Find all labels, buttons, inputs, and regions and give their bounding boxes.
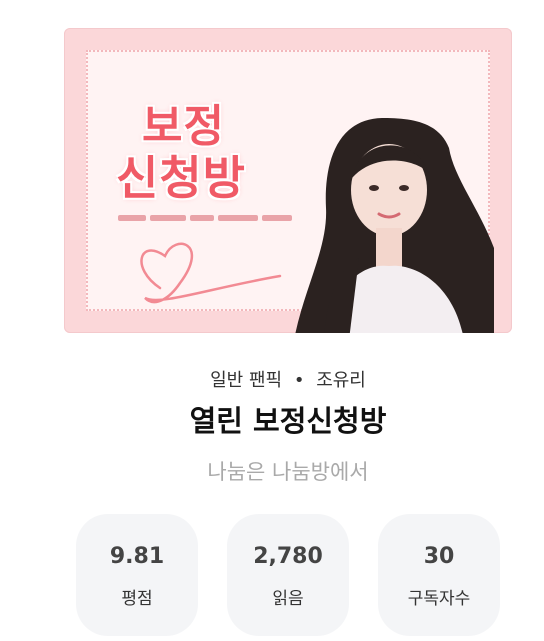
person-photo-icon bbox=[295, 118, 494, 333]
page-subtitle: 나눔은 나눔방에서 bbox=[207, 460, 369, 484]
separator-dot: • bbox=[293, 370, 305, 391]
stats-row: 9.81 평점 2,780 읽음 30 구독자수 bbox=[76, 514, 500, 636]
stat-subscribers: 30 구독자수 bbox=[378, 514, 500, 636]
author-name[interactable]: 조유리 bbox=[316, 370, 366, 391]
genre-label: 일반 팬픽 bbox=[210, 370, 283, 391]
page-title: 열린 보정신청방 bbox=[189, 404, 387, 438]
cover-title-line2: 신청방 bbox=[116, 151, 246, 205]
stat-subscribers-value: 30 bbox=[423, 544, 455, 569]
stat-rating-value: 9.81 bbox=[109, 544, 165, 569]
stat-reads-label: 읽음 bbox=[272, 589, 304, 609]
stat-subscribers-label: 구독자수 bbox=[407, 589, 471, 609]
cover-image[interactable]: 보정 신청방 bbox=[64, 28, 512, 333]
genre-author-line: 일반 팬픽 • 조유리 bbox=[0, 366, 544, 392]
stat-rating: 9.81 평점 bbox=[76, 514, 198, 636]
stat-reads-value: 2,780 bbox=[253, 544, 323, 569]
stat-reads: 2,780 읽음 bbox=[227, 514, 349, 636]
stat-rating-label: 평점 bbox=[121, 589, 153, 609]
